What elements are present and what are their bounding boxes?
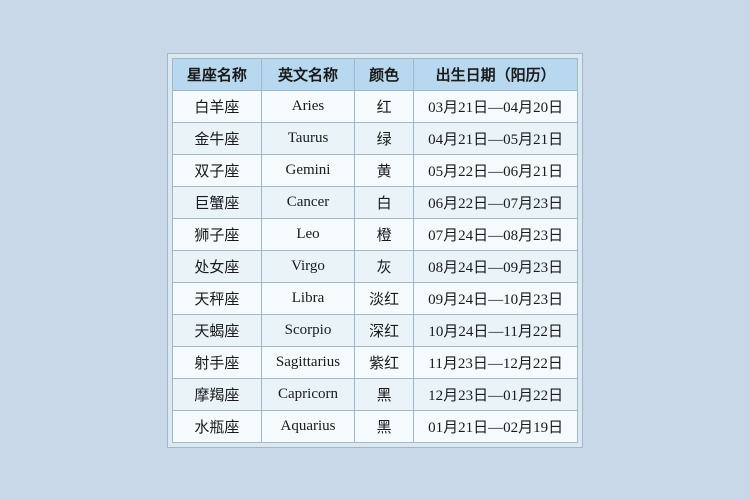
table-row: 金牛座Taurus绿04月21日—05月21日 <box>172 122 577 154</box>
cell-english-name: Gemini <box>261 154 354 186</box>
zodiac-table: 星座名称 英文名称 颜色 出生日期（阳历） 白羊座Aries红03月21日—04… <box>172 58 578 443</box>
cell-english-name: Scorpio <box>261 314 354 346</box>
cell-color: 灰 <box>355 250 414 282</box>
cell-chinese-name: 巨蟹座 <box>172 186 261 218</box>
cell-color: 淡红 <box>355 282 414 314</box>
table-row: 狮子座Leo橙07月24日—08月23日 <box>172 218 577 250</box>
cell-date: 05月22日—06月21日 <box>414 154 578 186</box>
header-english-name: 英文名称 <box>261 58 354 90</box>
cell-chinese-name: 双子座 <box>172 154 261 186</box>
cell-english-name: Aries <box>261 90 354 122</box>
cell-color: 红 <box>355 90 414 122</box>
cell-color: 黑 <box>355 410 414 442</box>
cell-color: 橙 <box>355 218 414 250</box>
cell-english-name: Libra <box>261 282 354 314</box>
cell-chinese-name: 水瓶座 <box>172 410 261 442</box>
table-row: 白羊座Aries红03月21日—04月20日 <box>172 90 577 122</box>
cell-chinese-name: 白羊座 <box>172 90 261 122</box>
cell-chinese-name: 摩羯座 <box>172 378 261 410</box>
cell-color: 黑 <box>355 378 414 410</box>
table-row: 双子座Gemini黄05月22日—06月21日 <box>172 154 577 186</box>
cell-date: 07月24日—08月23日 <box>414 218 578 250</box>
cell-chinese-name: 射手座 <box>172 346 261 378</box>
table-row: 射手座Sagittarius紫红11月23日—12月22日 <box>172 346 577 378</box>
cell-chinese-name: 处女座 <box>172 250 261 282</box>
cell-date: 09月24日—10月23日 <box>414 282 578 314</box>
cell-chinese-name: 天蝎座 <box>172 314 261 346</box>
cell-chinese-name: 金牛座 <box>172 122 261 154</box>
table-row: 巨蟹座Cancer白06月22日—07月23日 <box>172 186 577 218</box>
table-row: 摩羯座Capricorn黑12月23日—01月22日 <box>172 378 577 410</box>
cell-english-name: Leo <box>261 218 354 250</box>
cell-date: 11月23日—12月22日 <box>414 346 578 378</box>
table-row: 处女座Virgo灰08月24日—09月23日 <box>172 250 577 282</box>
cell-color: 黄 <box>355 154 414 186</box>
cell-color: 紫红 <box>355 346 414 378</box>
cell-chinese-name: 天秤座 <box>172 282 261 314</box>
cell-date: 01月21日—02月19日 <box>414 410 578 442</box>
header-chinese-name: 星座名称 <box>172 58 261 90</box>
cell-color: 深红 <box>355 314 414 346</box>
cell-color: 绿 <box>355 122 414 154</box>
header-date: 出生日期（阳历） <box>414 58 578 90</box>
header-color: 颜色 <box>355 58 414 90</box>
table-body: 白羊座Aries红03月21日—04月20日金牛座Taurus绿04月21日—0… <box>172 90 577 442</box>
table-row: 天蝎座Scorpio深红10月24日—11月22日 <box>172 314 577 346</box>
cell-date: 08月24日—09月23日 <box>414 250 578 282</box>
cell-date: 03月21日—04月20日 <box>414 90 578 122</box>
cell-english-name: Sagittarius <box>261 346 354 378</box>
cell-chinese-name: 狮子座 <box>172 218 261 250</box>
cell-english-name: Taurus <box>261 122 354 154</box>
cell-english-name: Virgo <box>261 250 354 282</box>
cell-date: 04月21日—05月21日 <box>414 122 578 154</box>
cell-english-name: Aquarius <box>261 410 354 442</box>
cell-date: 10月24日—11月22日 <box>414 314 578 346</box>
table-header-row: 星座名称 英文名称 颜色 出生日期（阳历） <box>172 58 577 90</box>
zodiac-table-container: 星座名称 英文名称 颜色 出生日期（阳历） 白羊座Aries红03月21日—04… <box>167 53 583 448</box>
cell-color: 白 <box>355 186 414 218</box>
cell-english-name: Capricorn <box>261 378 354 410</box>
cell-date: 12月23日—01月22日 <box>414 378 578 410</box>
table-row: 水瓶座Aquarius黑01月21日—02月19日 <box>172 410 577 442</box>
cell-date: 06月22日—07月23日 <box>414 186 578 218</box>
table-row: 天秤座Libra淡红09月24日—10月23日 <box>172 282 577 314</box>
cell-english-name: Cancer <box>261 186 354 218</box>
